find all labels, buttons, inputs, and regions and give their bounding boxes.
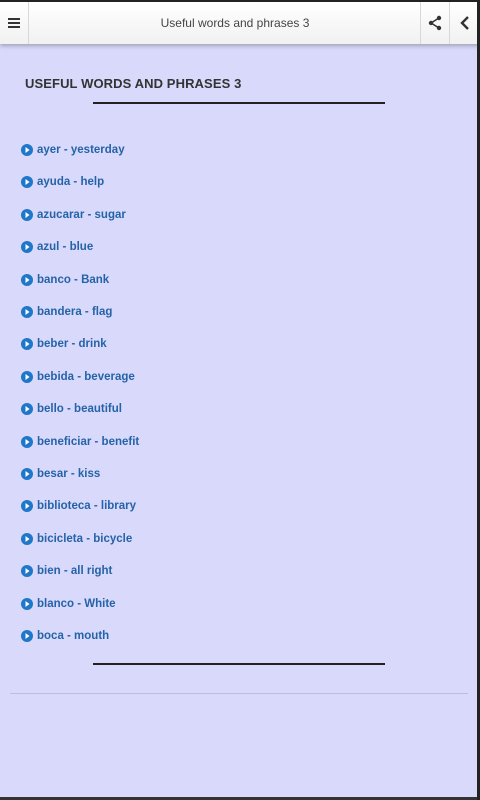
list-item[interactable]: bebida - beverage — [21, 367, 135, 387]
list-item[interactable]: bello - beautiful — [21, 399, 122, 419]
back-button[interactable] — [449, 2, 480, 44]
play-circle-icon — [21, 500, 33, 513]
list-item[interactable]: azul - blue — [21, 237, 93, 257]
top-toolbar: Useful words and phrases 3 — [0, 0, 480, 44]
list-item-label: besar - kiss — [37, 468, 101, 480]
list-item-label: banco - Bank — [37, 273, 110, 286]
play-circle-icon — [21, 403, 33, 416]
list-item[interactable]: ayuda - help — [21, 172, 104, 192]
play-circle-icon — [21, 306, 33, 318]
list-item-label: boca - mouth — [37, 630, 110, 642]
list-item[interactable]: beneficiar - benefit — [21, 432, 139, 452]
list-item-label: bebida - beverage — [37, 370, 135, 383]
list-item-label: bandera - flag — [37, 306, 113, 318]
list-item[interactable]: biblioteca - library — [21, 496, 136, 516]
list-item-label: beber - drink — [37, 338, 107, 351]
list-item-label: azul - blue — [37, 241, 94, 254]
share-icon — [428, 15, 442, 31]
list-item-label: ayuda - help — [37, 176, 105, 189]
list-item[interactable]: blanco - White — [21, 594, 116, 614]
play-circle-icon — [21, 208, 33, 221]
menu-button[interactable] — [0, 2, 29, 44]
list-item-label: biblioteca - library — [37, 500, 137, 513]
list-item[interactable]: bicicleta - bicycle — [21, 529, 132, 549]
list-item[interactable]: besar - kiss — [21, 464, 100, 484]
list-item-label: bien - all right — [37, 565, 113, 578]
list-item-label: azucarar - sugar — [37, 208, 126, 221]
play-circle-icon — [21, 597, 33, 610]
play-circle-icon — [21, 435, 33, 448]
play-circle-icon — [21, 630, 33, 642]
list-item-label: blanco - White — [37, 597, 116, 610]
chevron-left-icon — [459, 16, 469, 30]
section-heading: USEFUL WORDS AND PHRASES 3 — [25, 76, 242, 91]
list-item[interactable]: bien - all right — [21, 561, 112, 581]
play-circle-icon — [21, 532, 33, 545]
list-item[interactable]: ayer - yesterday — [21, 140, 125, 160]
play-circle-icon — [21, 144, 33, 156]
list-item[interactable]: boca - mouth — [21, 626, 109, 646]
divider-bottom — [93, 663, 385, 665]
list-item-label: bicicleta - bicycle — [37, 532, 133, 545]
share-button[interactable] — [420, 2, 450, 44]
footer-divider — [10, 693, 468, 694]
play-circle-icon — [21, 241, 33, 254]
list-item[interactable]: banco - Bank — [21, 270, 109, 290]
hamburger-menu-icon — [8, 18, 20, 28]
play-circle-icon — [21, 565, 33, 578]
play-circle-icon — [21, 370, 33, 383]
divider-top — [93, 102, 385, 104]
list-item-label: bello - beautiful — [37, 403, 122, 416]
list-item[interactable]: beber - drink — [21, 334, 107, 354]
list-item[interactable]: bandera - flag — [21, 302, 112, 322]
list-item-label: beneficiar - benefit — [37, 435, 140, 448]
play-circle-icon — [21, 273, 33, 286]
play-circle-icon — [21, 176, 33, 189]
play-circle-icon — [21, 338, 33, 351]
page-title: Useful words and phrases 3 — [160, 16, 310, 30]
play-circle-icon — [21, 468, 33, 480]
list-item-label: ayer - yesterday — [37, 144, 125, 156]
list-item[interactable]: azucarar - sugar — [21, 205, 126, 225]
